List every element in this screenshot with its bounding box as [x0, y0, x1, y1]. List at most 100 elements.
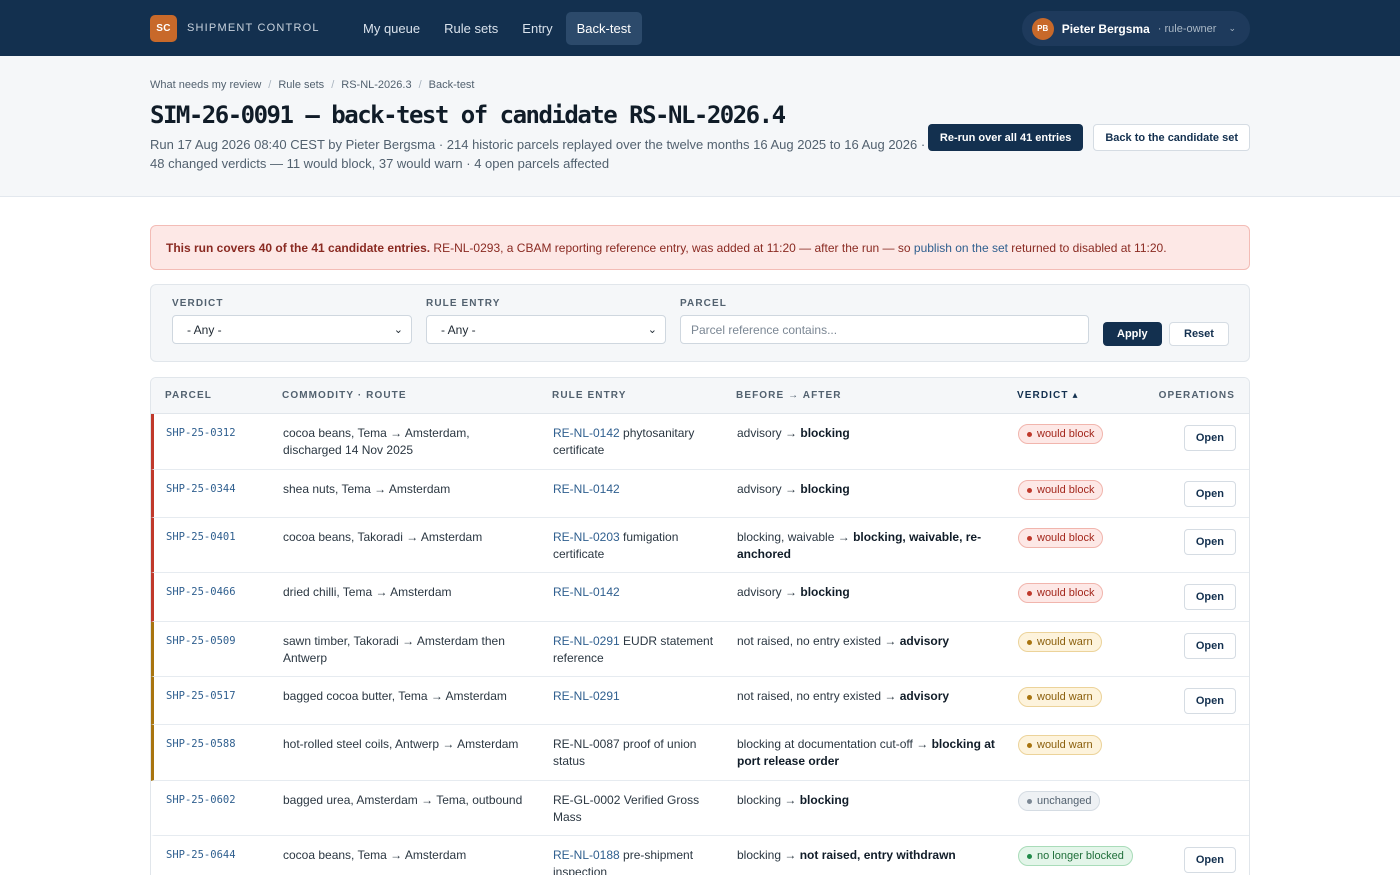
before-value: advisory → — [737, 585, 801, 599]
operations-cell: Open — [1183, 529, 1236, 555]
brand-name: SHIPMENT CONTROL — [187, 22, 320, 34]
before-after: advisory → blocking — [737, 425, 997, 442]
before-after: blocking, waivable → blocking, waivable,… — [737, 529, 997, 563]
parcel-link[interactable]: SHP-25-0588 — [166, 736, 236, 753]
commodity-route: shea nuts, Tema → Amsterdam — [283, 482, 451, 496]
rerun-button[interactable]: Re-run over all 41 entries — [927, 124, 1084, 151]
table-row: SHP-25-0588 hot-rolled steel coils, Antw… — [151, 725, 1249, 781]
nav-my-queue[interactable]: My queue — [352, 12, 431, 45]
col-verdict[interactable]: VERDICT ▴ — [1017, 390, 1079, 401]
open-button[interactable]: Open — [1183, 425, 1236, 451]
rule-entry-filter: RULE ENTRY - Any - ⌄ — [426, 298, 666, 344]
verdict-select-value: - Any - — [187, 322, 222, 337]
table-row: SHP-25-0312 cocoa beans, Tema → Amsterda… — [151, 414, 1249, 470]
status-badge-label: would block — [1037, 586, 1095, 599]
verdict-cell: would warn — [1018, 735, 1102, 755]
status-badge-label: would warn — [1037, 738, 1093, 751]
table-row: SHP-25-0401 cocoa beans, Takoradi → Amst… — [151, 518, 1249, 573]
back-to-candidate-button[interactable]: Back to the candidate set — [1093, 124, 1250, 151]
commodity-route: hot-rolled steel coils, Antwerp → Amster… — [283, 737, 519, 751]
user-menu[interactable]: PB Pieter Bergsma · rule-owner ⌄ — [1021, 11, 1250, 46]
chevron-down-icon: ⌄ — [393, 324, 403, 336]
filter-panel: VERDICT - Any - ⌄ RULE ENTRY - Any - ⌄ P… — [150, 284, 1250, 362]
col-rule-entry[interactable]: RULE ENTRY — [552, 390, 627, 401]
rule-entry-link[interactable]: RE-NL-0142 — [553, 585, 620, 599]
nav-rule-sets[interactable]: Rule sets — [433, 12, 509, 45]
before-value: not raised, no entry existed → — [737, 634, 900, 648]
status-badge-label: would warn — [1037, 690, 1093, 703]
status-badge: would warn — [1018, 687, 1102, 707]
commodity-route: cocoa beans, Tema → Amsterdam — [283, 848, 467, 862]
open-button[interactable]: Open — [1183, 847, 1236, 873]
parcel-search-input[interactable]: Parcel reference contains... — [680, 315, 1089, 344]
reset-button[interactable]: Reset — [1169, 322, 1229, 346]
col-parcel[interactable]: PARCEL — [165, 390, 212, 401]
parcel-link[interactable]: SHP-25-0344 — [166, 481, 236, 498]
breadcrumb-separator: / — [331, 79, 335, 91]
parcel-link[interactable]: SHP-25-0401 — [166, 529, 236, 546]
results-table: PARCEL COMMODITY · ROUTE RULE ENTRY BEFO… — [150, 377, 1250, 875]
breadcrumb-item[interactable]: What needs my review — [150, 79, 261, 91]
open-button[interactable]: Open — [1183, 688, 1236, 714]
col-before-after[interactable]: BEFORE → AFTER — [736, 390, 842, 401]
after-value: advisory — [899, 689, 950, 703]
breadcrumb-item[interactable]: RS-NL-2026.3 — [341, 79, 411, 91]
open-button[interactable]: Open — [1183, 481, 1236, 507]
main-nav: My queue Rule sets Entry Back-test — [352, 11, 642, 45]
before-after: blocking at documentation cut-off → bloc… — [737, 736, 997, 770]
verdict-cell: would warn — [1018, 632, 1102, 652]
open-button[interactable]: Open — [1183, 633, 1236, 659]
before-value: advisory → — [737, 482, 801, 496]
apply-button[interactable]: Apply — [1103, 322, 1162, 346]
parcel-link[interactable]: SHP-25-0312 — [166, 425, 236, 442]
operations-cell: Open — [1183, 688, 1236, 714]
rule-entry-link[interactable]: RE-NL-0142 — [553, 426, 620, 440]
parcel-link[interactable]: SHP-25-0517 — [166, 688, 236, 705]
open-button[interactable]: Open — [1183, 584, 1236, 610]
open-button[interactable]: Open — [1183, 529, 1236, 555]
rule-entry-link[interactable]: RE-NL-0142 — [553, 482, 620, 496]
user-name: Pieter Bergsma — [1061, 21, 1150, 36]
status-dot-icon — [1027, 487, 1032, 493]
status-dot-icon — [1027, 639, 1032, 645]
publish-link[interactable]: publish on the set — [914, 241, 1008, 255]
status-badge-label: would block — [1037, 427, 1095, 440]
parcel-link[interactable]: SHP-25-0466 — [166, 584, 236, 601]
brand[interactable]: SC SHIPMENT CONTROL — [150, 14, 352, 42]
parcel-filter: PARCEL Parcel reference contains... — [680, 298, 1089, 344]
before-after: blocking → not raised, entry withdrawn — [737, 847, 997, 864]
commodity-route: dried chilli, Tema → Amsterdam — [283, 585, 452, 599]
user-role: · rule-owner — [1157, 22, 1217, 35]
verdict-cell: would warn — [1018, 687, 1102, 707]
rule-entry-text: RE-NL-0087 proof of union status — [553, 737, 697, 768]
table-row: SHP-25-0602 bagged urea, Amsterdam → Tem… — [151, 781, 1249, 836]
header-actions: Re-run over all 41 entries Back to the c… — [927, 124, 1250, 151]
breadcrumb-separator: / — [268, 79, 272, 91]
table-row: SHP-25-0466 dried chilli, Tema → Amsterd… — [151, 573, 1249, 622]
table-header: PARCEL COMMODITY · ROUTE RULE ENTRY BEFO… — [151, 378, 1249, 414]
parcel-link[interactable]: SHP-25-0602 — [166, 792, 236, 809]
nav-entry[interactable]: Entry — [511, 12, 563, 45]
parcel-link[interactable]: SHP-25-0644 — [166, 847, 236, 864]
nav-back-test[interactable]: Back-test — [565, 11, 642, 45]
parcel-link[interactable]: SHP-25-0509 — [166, 633, 236, 650]
before-after: advisory → blocking — [737, 584, 997, 601]
status-badge: would block — [1018, 480, 1104, 500]
breadcrumb: What needs my review / Rule sets / RS-NL… — [150, 79, 1250, 91]
rule-entry-link[interactable]: RE-NL-0291 — [553, 689, 620, 703]
verdict-select[interactable]: - Any - ⌄ — [172, 315, 412, 344]
breadcrumb-item[interactable]: Rule sets — [278, 79, 324, 91]
brand-logo: SC — [150, 14, 177, 42]
rule-entry-link[interactable]: RE-NL-0203 — [553, 530, 620, 544]
before-after: not raised, no entry existed → advisory — [737, 633, 997, 650]
rule-entry-link[interactable]: RE-NL-0188 — [553, 848, 620, 862]
col-commodity[interactable]: COMMODITY · ROUTE — [282, 390, 407, 401]
breadcrumb-current: Back-test — [428, 79, 475, 91]
commodity-route: cocoa beans, Tema → Amsterdam, discharge… — [283, 426, 470, 457]
before-after: advisory → blocking — [737, 481, 997, 498]
rule-entry-link[interactable]: RE-NL-0291 — [553, 634, 620, 648]
after-value: blocking — [800, 426, 850, 440]
rule-entry-select[interactable]: - Any - ⌄ — [426, 315, 666, 344]
before-after: blocking → blocking — [737, 792, 997, 809]
operations-cell: Open — [1183, 633, 1236, 659]
